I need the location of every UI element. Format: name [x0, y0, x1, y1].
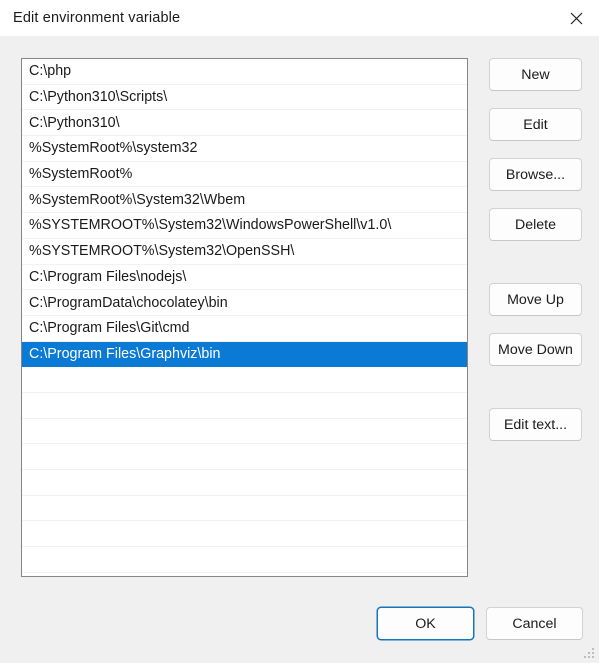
edit-button[interactable]: Edit: [489, 108, 582, 141]
path-list[interactable]: C:\php C:\Python310\Scripts\ C:\Python310\…: [21, 58, 468, 577]
resize-grip-dot: [588, 652, 590, 654]
move-down-button[interactable]: Move Down: [489, 333, 582, 366]
cancel-button[interactable]: Cancel: [486, 607, 583, 640]
resize-grip-dot: [588, 656, 590, 658]
move-up-button[interactable]: Move Up: [489, 283, 582, 316]
resize-grip-dot: [592, 648, 594, 650]
list-item[interactable]: C:\ProgramData\chocolatey\bin: [22, 290, 467, 316]
list-item-empty[interactable]: [22, 419, 467, 445]
browse-button[interactable]: Browse...: [489, 158, 582, 191]
resize-grip-dot: [592, 652, 594, 654]
list-item-empty[interactable]: [22, 547, 467, 573]
new-button[interactable]: New: [489, 58, 582, 91]
list-item[interactable]: C:\Program Files\Graphviz\bin: [22, 341, 467, 368]
list-item-empty[interactable]: [22, 521, 467, 548]
list-item[interactable]: %SYSTEMROOT%\System32\OpenSSH\: [22, 239, 467, 265]
list-item-empty[interactable]: [22, 573, 467, 576]
dialog-body: C:\php C:\Python310\Scripts\ C:\Python310\…: [0, 37, 599, 663]
list-item-empty[interactable]: [22, 367, 467, 393]
window-title: Edit environment variable: [13, 10, 181, 26]
delete-button[interactable]: Delete: [489, 208, 582, 241]
list-item[interactable]: %SYSTEMROOT%\System32\WindowsPowerShell\…: [22, 213, 467, 239]
list-item[interactable]: C:\Python310\: [22, 110, 467, 137]
list-item[interactable]: %SystemRoot%: [22, 162, 467, 188]
list-item[interactable]: C:\php: [22, 59, 467, 85]
resize-grip-dot: [584, 656, 586, 658]
list-item-empty[interactable]: [22, 496, 467, 522]
close-icon[interactable]: [553, 0, 599, 37]
list-item-empty[interactable]: [22, 393, 467, 419]
list-item[interactable]: C:\Program Files\nodejs\: [22, 265, 467, 291]
resize-grip-dot: [592, 656, 594, 658]
edit-text-button[interactable]: Edit text...: [489, 408, 582, 441]
list-item-empty[interactable]: [22, 470, 467, 496]
list-item-empty[interactable]: [22, 444, 467, 470]
resize-grip[interactable]: [583, 647, 595, 659]
list-item[interactable]: C:\Python310\Scripts\: [22, 85, 467, 111]
list-item[interactable]: %SystemRoot%\System32\Wbem: [22, 187, 467, 214]
list-item[interactable]: C:\Program Files\Git\cmd: [22, 316, 467, 342]
ok-button[interactable]: OK: [377, 607, 474, 640]
title-bar: Edit environment variable: [0, 0, 599, 37]
list-item[interactable]: %SystemRoot%\system32: [22, 136, 467, 162]
